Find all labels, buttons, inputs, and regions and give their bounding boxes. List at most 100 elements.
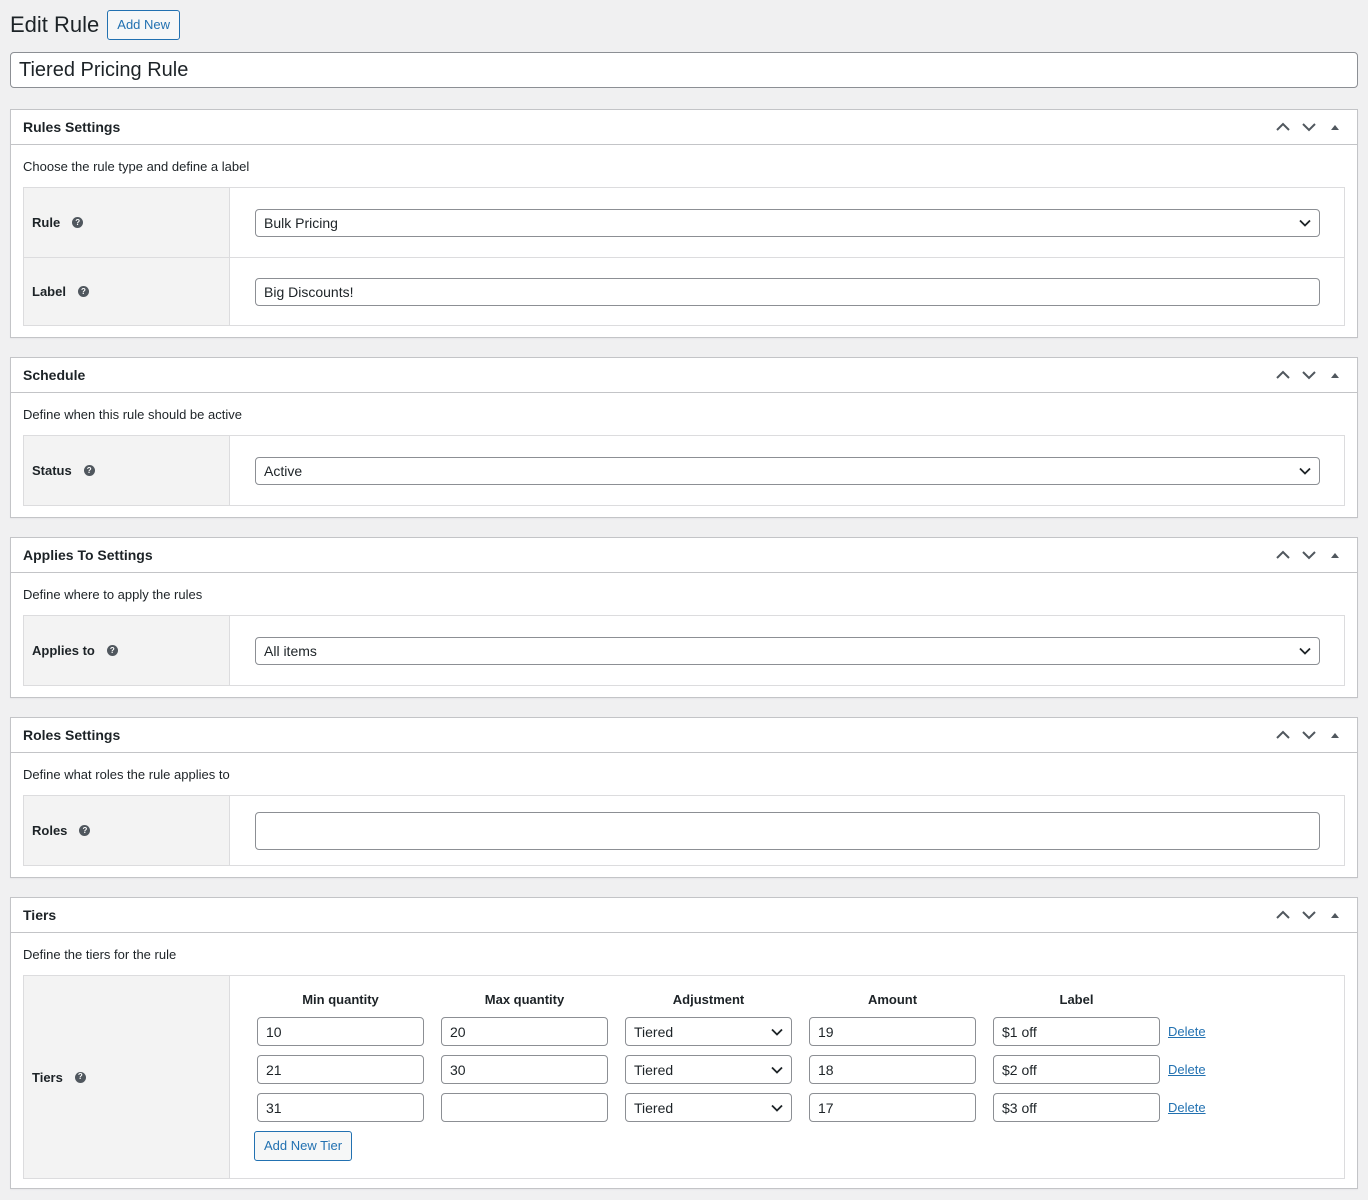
max-quantity-input[interactable] bbox=[441, 1093, 608, 1122]
amount-input[interactable]: 17 bbox=[809, 1093, 976, 1122]
collapse-toggle-icon[interactable] bbox=[1325, 545, 1345, 565]
applies-to-box: Applies To Settings Define where to appl… bbox=[10, 537, 1358, 698]
schedule-fields: Status ? Active bbox=[23, 435, 1345, 506]
field-label-applies-to: Applies to ? bbox=[24, 616, 230, 685]
tier-label-input[interactable]: $2 off bbox=[993, 1055, 1160, 1084]
amount-value: 18 bbox=[818, 1061, 834, 1078]
move-up-icon[interactable] bbox=[1273, 725, 1293, 745]
amount-value: 19 bbox=[818, 1023, 834, 1040]
min-quantity-value: 21 bbox=[266, 1061, 282, 1078]
box-controls bbox=[1273, 365, 1345, 385]
rules-settings-title: Rules Settings bbox=[23, 119, 121, 135]
tier-row: 21 30 Tiered 18 $2 off Delete bbox=[257, 1055, 1320, 1084]
schedule-description: Define when this rule should be active bbox=[23, 407, 242, 422]
max-quantity-input[interactable]: 30 bbox=[441, 1055, 608, 1084]
amount-input[interactable]: 19 bbox=[809, 1017, 976, 1046]
collapse-toggle-icon[interactable] bbox=[1325, 365, 1345, 385]
move-up-icon[interactable] bbox=[1273, 365, 1293, 385]
tier-label-input[interactable]: $1 off bbox=[993, 1017, 1160, 1046]
box-controls bbox=[1273, 117, 1345, 137]
min-quantity-input[interactable]: 31 bbox=[257, 1093, 424, 1122]
tier-label-value: $3 off bbox=[1002, 1099, 1037, 1116]
adjustment-select[interactable]: Tiered bbox=[625, 1017, 792, 1046]
field-value-tiers: Min quantity Max quantity Adjustment Amo… bbox=[230, 976, 1344, 1178]
delete-tier-link[interactable]: Delete bbox=[1168, 1062, 1206, 1077]
applies-to-fields: Applies to ? All items bbox=[23, 615, 1345, 686]
rule-select-value: Bulk Pricing bbox=[264, 214, 338, 231]
help-icon[interactable]: ? bbox=[77, 286, 89, 297]
add-new-tier-button[interactable]: Add New Tier bbox=[254, 1131, 353, 1161]
field-label-rule: Rule ? bbox=[24, 188, 230, 257]
label-input[interactable]: Big Discounts! bbox=[255, 277, 1320, 306]
field-row-label: Label ? Big Discounts! bbox=[24, 257, 1344, 325]
adjustment-select[interactable]: Tiered bbox=[625, 1093, 792, 1122]
field-row-tiers: Tiers ? Min quantity Max quantity Adjust… bbox=[24, 976, 1344, 1178]
rule-label-text: Rule bbox=[32, 215, 61, 230]
chevron-down-icon bbox=[771, 1104, 783, 1112]
field-label-tiers: Tiers ? bbox=[24, 976, 230, 1178]
max-quantity-input[interactable]: 20 bbox=[441, 1017, 608, 1046]
amount-value: 17 bbox=[818, 1099, 834, 1116]
column-header-max-quantity: Max quantity bbox=[484, 992, 565, 1007]
move-down-icon[interactable] bbox=[1299, 117, 1319, 137]
field-value-label: Big Discounts! bbox=[230, 258, 1344, 325]
add-tier-row: Add New Tier bbox=[254, 1131, 1320, 1161]
help-icon[interactable]: ? bbox=[72, 217, 84, 228]
adjustment-select[interactable]: Tiered bbox=[625, 1055, 792, 1084]
help-icon[interactable]: ? bbox=[83, 465, 95, 476]
rule-select[interactable]: Bulk Pricing bbox=[255, 208, 1320, 237]
roles-settings-fields: Roles ? bbox=[23, 795, 1345, 866]
applies-to-select[interactable]: All items bbox=[255, 636, 1320, 665]
status-select[interactable]: Active bbox=[255, 456, 1320, 485]
tier-label-input[interactable]: $3 off bbox=[993, 1093, 1160, 1122]
add-new-button[interactable]: Add New bbox=[107, 10, 181, 40]
move-up-icon[interactable] bbox=[1273, 117, 1293, 137]
field-label-label: Label ? bbox=[24, 258, 230, 325]
field-row-roles: Roles ? bbox=[24, 796, 1344, 865]
roles-multiselect-input[interactable] bbox=[255, 811, 1320, 850]
move-down-icon[interactable] bbox=[1299, 905, 1319, 925]
move-down-icon[interactable] bbox=[1299, 365, 1319, 385]
status-label-text: Status bbox=[32, 463, 72, 478]
roles-label-text: Roles bbox=[32, 823, 68, 838]
min-quantity-value: 31 bbox=[266, 1099, 282, 1116]
delete-tier-link[interactable]: Delete bbox=[1168, 1100, 1206, 1115]
page-wrap: Edit Rule Add New Rules Settings Choose … bbox=[0, 0, 1368, 1189]
help-icon[interactable]: ? bbox=[79, 825, 91, 836]
schedule-title: Schedule bbox=[23, 367, 86, 383]
tier-label-value: $2 off bbox=[1002, 1061, 1037, 1078]
min-quantity-input[interactable]: 10 bbox=[257, 1017, 424, 1046]
column-header-adjustment: Adjustment bbox=[672, 992, 745, 1007]
delete-tier-link[interactable]: Delete bbox=[1168, 1024, 1206, 1039]
help-icon[interactable]: ? bbox=[74, 1071, 86, 1083]
label-label-text: Label bbox=[32, 284, 66, 299]
column-header-amount: Amount bbox=[867, 992, 918, 1007]
move-down-icon[interactable] bbox=[1299, 545, 1319, 565]
move-down-icon[interactable] bbox=[1299, 725, 1319, 745]
collapse-toggle-icon[interactable] bbox=[1325, 725, 1345, 745]
collapse-toggle-icon[interactable] bbox=[1325, 117, 1345, 137]
adjustment-value: Tiered bbox=[634, 1061, 674, 1078]
applies-to-body: Define where to apply the rules Applies … bbox=[11, 573, 1357, 697]
amount-input[interactable]: 18 bbox=[809, 1055, 976, 1084]
tiers-fields: Tiers ? Min quantity Max quantity Adjust… bbox=[23, 975, 1345, 1179]
schedule-header: Schedule bbox=[11, 358, 1357, 393]
field-value-status: Active bbox=[230, 436, 1344, 505]
chevron-down-icon bbox=[1299, 467, 1311, 475]
roles-settings-body: Define what roles the rule applies to Ro… bbox=[11, 753, 1357, 877]
field-value-rule: Bulk Pricing bbox=[230, 188, 1344, 257]
min-quantity-value: 10 bbox=[266, 1023, 282, 1040]
applies-to-title: Applies To Settings bbox=[23, 547, 153, 563]
help-icon[interactable]: ? bbox=[106, 645, 118, 656]
min-quantity-input[interactable]: 21 bbox=[257, 1055, 424, 1084]
chevron-down-icon bbox=[1299, 647, 1311, 655]
post-title-input[interactable] bbox=[10, 52, 1358, 88]
max-quantity-value: 20 bbox=[450, 1023, 466, 1040]
label-input-value: Big Discounts! bbox=[264, 283, 354, 300]
collapse-toggle-icon[interactable] bbox=[1325, 905, 1345, 925]
move-up-icon[interactable] bbox=[1273, 905, 1293, 925]
move-up-icon[interactable] bbox=[1273, 545, 1293, 565]
column-header-min-quantity: Min quantity bbox=[302, 992, 379, 1007]
adjustment-value: Tiered bbox=[634, 1099, 674, 1116]
max-quantity-value: 30 bbox=[450, 1061, 466, 1078]
